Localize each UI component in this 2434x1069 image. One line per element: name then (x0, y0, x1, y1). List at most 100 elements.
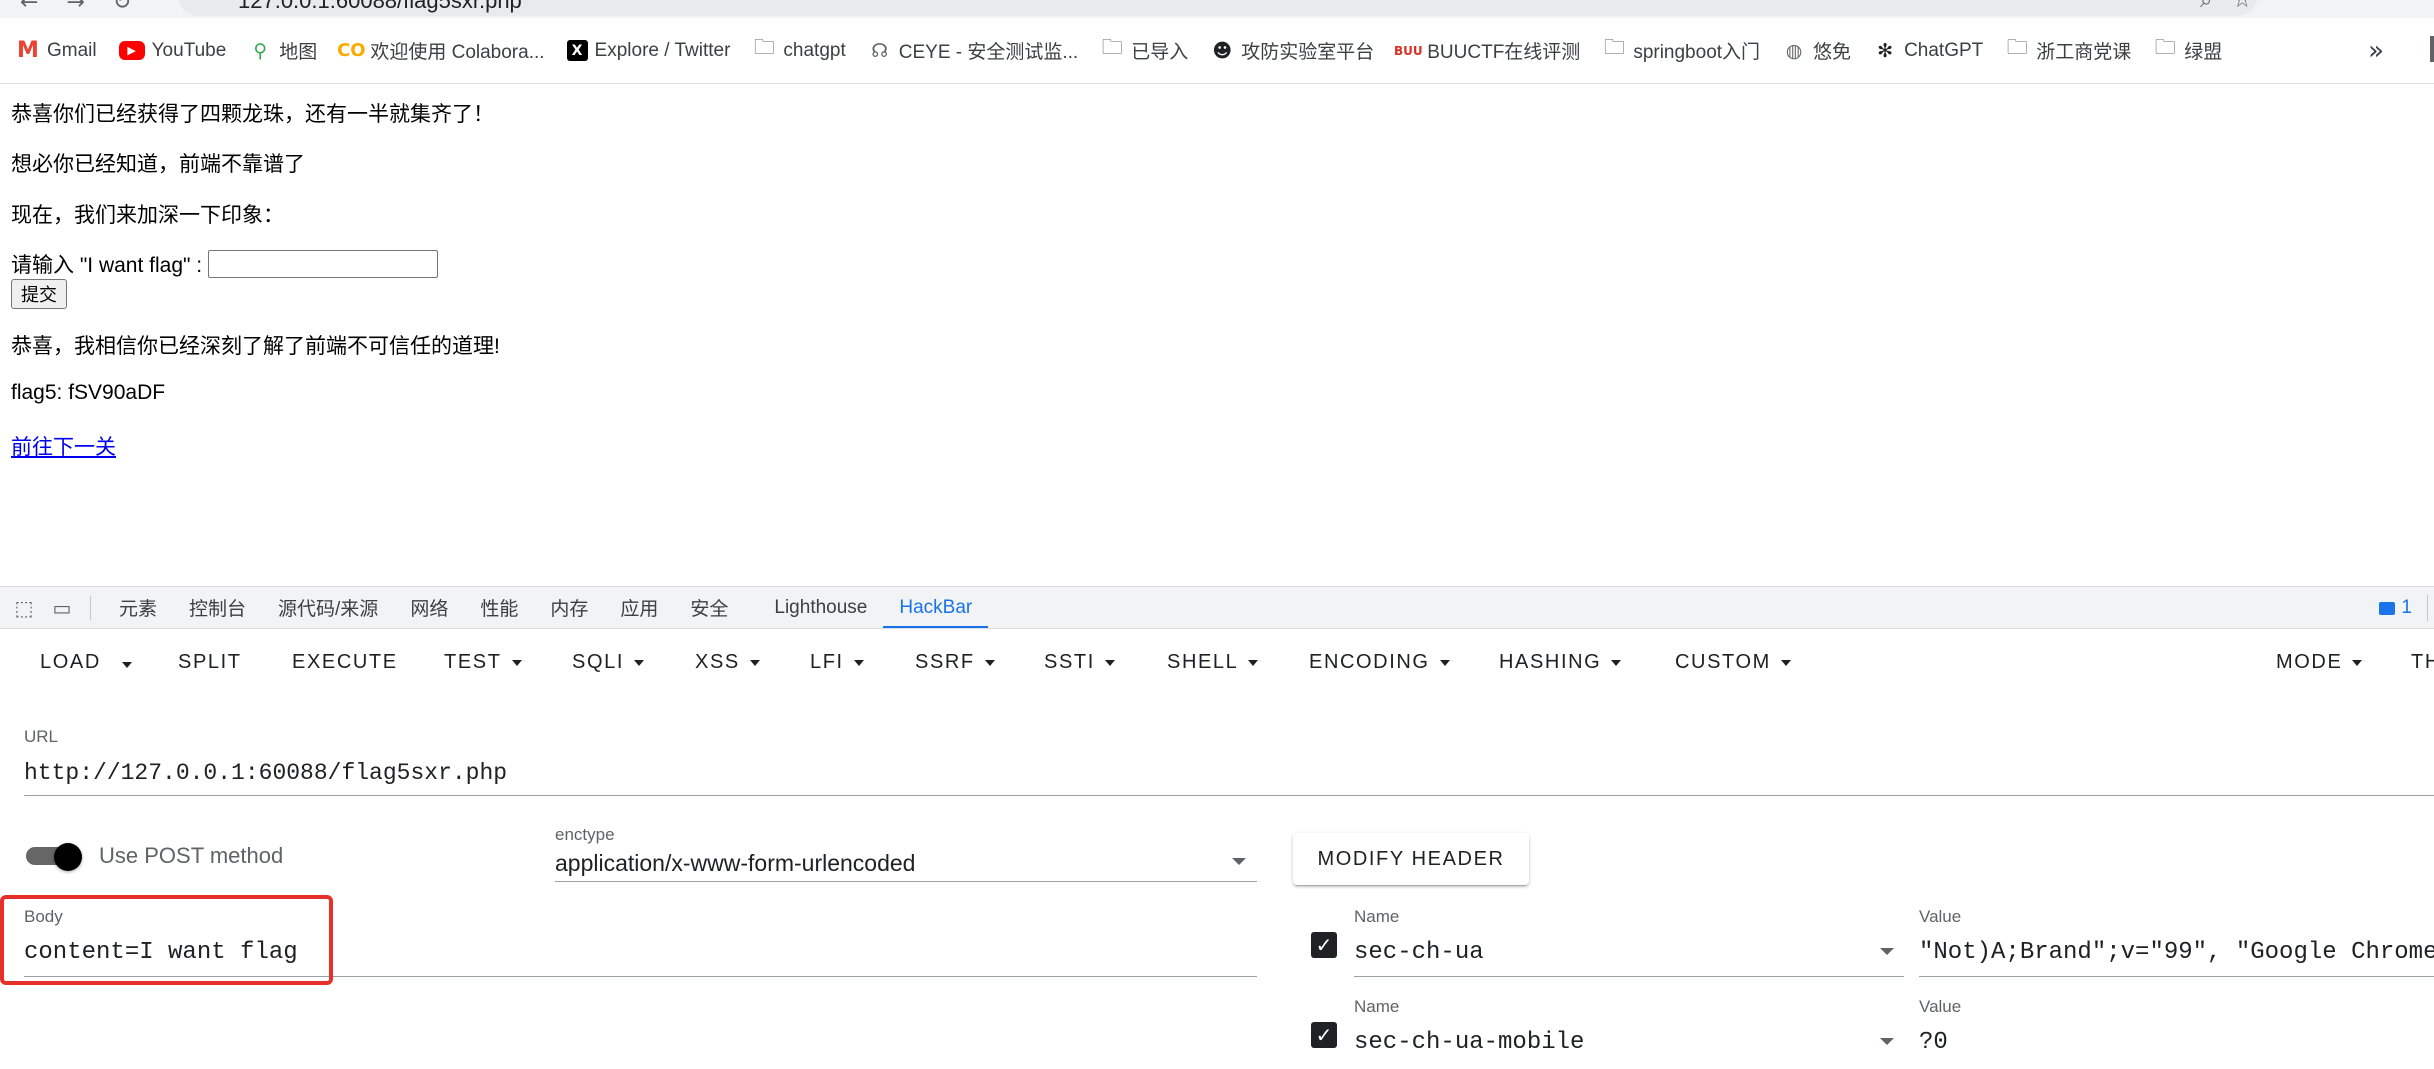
tab-sources[interactable]: 源代码/来源 (262, 587, 394, 628)
lfi-menu[interactable]: LFI (810, 651, 864, 674)
bookmarks-overflow-icon[interactable]: » (2368, 36, 2384, 66)
load-button[interactable]: LOAD (40, 651, 101, 674)
inspect-element-icon[interactable]: ⬚ (10, 596, 38, 620)
header-enabled-checkbox[interactable]: ✓ (1311, 932, 1337, 958)
issues-icon (2379, 601, 2396, 615)
checkmark-icon: ✓ (1315, 933, 1333, 957)
success-text: 恭喜，我相信你已经深刻了解了前端不可信任的道理! (11, 335, 500, 358)
browser-toolbar: ←→↻ 127.0.0.1:60088/flag5sxr.php ⌕☆ (0, 0, 2434, 18)
tab-hackbar[interactable]: HackBar (883, 587, 989, 628)
enctype-select[interactable]: application/x-www-form-urlencoded (555, 850, 915, 877)
tab-elements[interactable]: 元素 (103, 587, 173, 628)
bookmark-chatgpt-folder[interactable]: 🗀 chatgpt (752, 35, 846, 63)
bookmark-twitter[interactable]: X Explore / Twitter (566, 40, 730, 62)
toggle-knob (54, 843, 82, 871)
devtools-tabbar: ⬚ ▭ 元素 控制台 源代码/来源 网络 性能 内存 应用 安全 Lightho… (0, 586, 2434, 629)
ssti-menu[interactable]: SSTI (1044, 651, 1115, 674)
mode-menu[interactable]: MODE (2276, 651, 2363, 674)
header-value-field[interactable]: ?0 (1919, 1029, 1948, 1056)
url-field[interactable]: http://127.0.0.1:60088/flag5sxr.php (24, 760, 507, 786)
flag-input-label: 请输入 "I want flag" : (11, 254, 203, 277)
header-value-label: Value (1919, 907, 1962, 926)
url-field-label: URL (24, 727, 59, 746)
flag-text: flag5: fSV90aDF (11, 381, 166, 404)
maps-icon: ⚲ (253, 39, 268, 62)
header-name-underline (1354, 976, 1904, 977)
flag-input[interactable] (208, 250, 439, 278)
tab-lighthouse[interactable]: Lighthouse (758, 587, 883, 628)
openai-icon: ✻ (1877, 39, 1894, 62)
tab-network[interactable]: 网络 (394, 587, 464, 628)
flag-form-row: 请输入 "I want flag" : (11, 249, 439, 279)
execute-button[interactable]: EXECUTE (292, 651, 398, 674)
header-enabled-checkbox[interactable]: ✓ (1311, 1022, 1337, 1048)
devtools-divider-right (2427, 595, 2428, 621)
bookmark-ceye[interactable]: ☊ CEYE - 安全测试监... (868, 37, 1078, 64)
bookmark-party-course[interactable]: 🗀 浙工商党课 (2005, 35, 2132, 64)
tab-memory[interactable]: 内存 (534, 587, 604, 628)
chevron-down-icon (749, 659, 760, 666)
chevron-down-icon (984, 659, 995, 666)
bookmark-attack-lab[interactable]: ☻ 攻防实验室平台 (1210, 37, 1374, 64)
bookmark-springboot[interactable]: 🗀 springboot入门 (1602, 35, 1760, 64)
tab-application[interactable]: 应用 (604, 587, 674, 628)
side-panel-edge (2430, 36, 2434, 62)
chevron-down-icon (1611, 659, 1622, 666)
devtools-divider (90, 595, 91, 620)
next-level-link[interactable]: 前往下一关 (11, 431, 116, 461)
custom-menu[interactable]: CUSTOM (1675, 651, 1791, 674)
header-name-field[interactable]: sec-ch-ua-mobile (1354, 1029, 1584, 1056)
bookmark-imported[interactable]: 🗀 已导入 (1100, 35, 1189, 64)
hashing-menu[interactable]: HASHING (1499, 651, 1622, 674)
enctype-underline (555, 881, 1257, 882)
bookmark-gmail[interactable]: M Gmail (16, 38, 97, 63)
theme-menu[interactable]: TH (2411, 651, 2434, 674)
header-name-label: Name (1354, 907, 1400, 926)
buuctf-icon: BUU (1393, 43, 1423, 58)
tab-security[interactable]: 安全 (674, 587, 744, 628)
chevron-down-icon[interactable] (1880, 1038, 1894, 1045)
header-value-label: Value (1919, 997, 1962, 1016)
congrats-text: 恭喜你们已经获得了四颗龙珠，还有一半就集齐了！ (11, 103, 494, 126)
bookmark-chatgpt[interactable]: ✻ ChatGPT (1873, 39, 1983, 63)
submit-button[interactable]: 提交 (11, 279, 67, 309)
youtube-icon: ▶ (118, 41, 145, 60)
bookmark-youmian[interactable]: ◍ 悠免 (1782, 37, 1851, 64)
bookmark-youtube[interactable]: ▶ YouTube (118, 40, 226, 62)
chevron-down-icon (1248, 659, 1259, 666)
post-method-label: Use POST method (99, 843, 284, 868)
omnibox-actions-icon[interactable]: ⌕☆ (2200, 0, 2272, 13)
header-name-field[interactable]: sec-ch-ua (1354, 939, 1484, 966)
xss-menu[interactable]: XSS (695, 651, 760, 674)
device-toolbar-icon[interactable]: ▭ (48, 596, 76, 620)
globe-icon: ◍ (1785, 39, 1803, 62)
impression-text: 现在，我们来加深一下印象： (11, 204, 284, 227)
bookmark-buuctf[interactable]: BUU BUUCTF在线评测 (1393, 37, 1580, 64)
header-value-field[interactable]: "Not)A;Brand";v="99", "Google Chrome (1919, 939, 2434, 966)
encoding-menu[interactable]: ENCODING (1309, 651, 1450, 674)
header-name-label: Name (1354, 997, 1400, 1016)
address-bar-url[interactable]: 127.0.0.1:60088/flag5sxr.php (238, 0, 522, 14)
post-method-toggle[interactable] (26, 843, 84, 871)
issues-badge[interactable]: 1 (2379, 597, 2412, 619)
ceye-icon: ☊ (871, 39, 889, 62)
bookmark-maps[interactable]: ⚲ 地图 (248, 37, 317, 64)
ssrf-menu[interactable]: SSRF (915, 651, 995, 674)
bookmark-colab[interactable]: CO 欢迎使用 Colabora... (337, 37, 544, 64)
test-menu[interactable]: TEST (444, 651, 522, 674)
sqli-menu[interactable]: SQLI (572, 651, 644, 674)
bookmark-nsfocus[interactable]: 🗀 绿盟 (2153, 35, 2223, 64)
tab-console[interactable]: 控制台 (173, 587, 262, 628)
checkmark-icon: ✓ (1315, 1023, 1333, 1047)
chevron-down-icon[interactable] (1232, 858, 1246, 865)
nav-buttons-icon[interactable]: ←→↻ (20, 0, 159, 15)
load-dropdown-icon[interactable] (122, 662, 132, 668)
modify-header-button[interactable]: MODIFY HEADER (1293, 833, 1529, 885)
tab-performance[interactable]: 性能 (464, 587, 534, 628)
split-button[interactable]: SPLIT (178, 651, 242, 674)
x-icon: X (566, 40, 588, 61)
enctype-label: enctype (555, 825, 615, 844)
shell-menu[interactable]: SHELL (1167, 651, 1259, 674)
frontend-text: 想必你已经知道，前端不靠谱了 (11, 153, 305, 176)
chevron-down-icon[interactable] (1880, 948, 1894, 955)
